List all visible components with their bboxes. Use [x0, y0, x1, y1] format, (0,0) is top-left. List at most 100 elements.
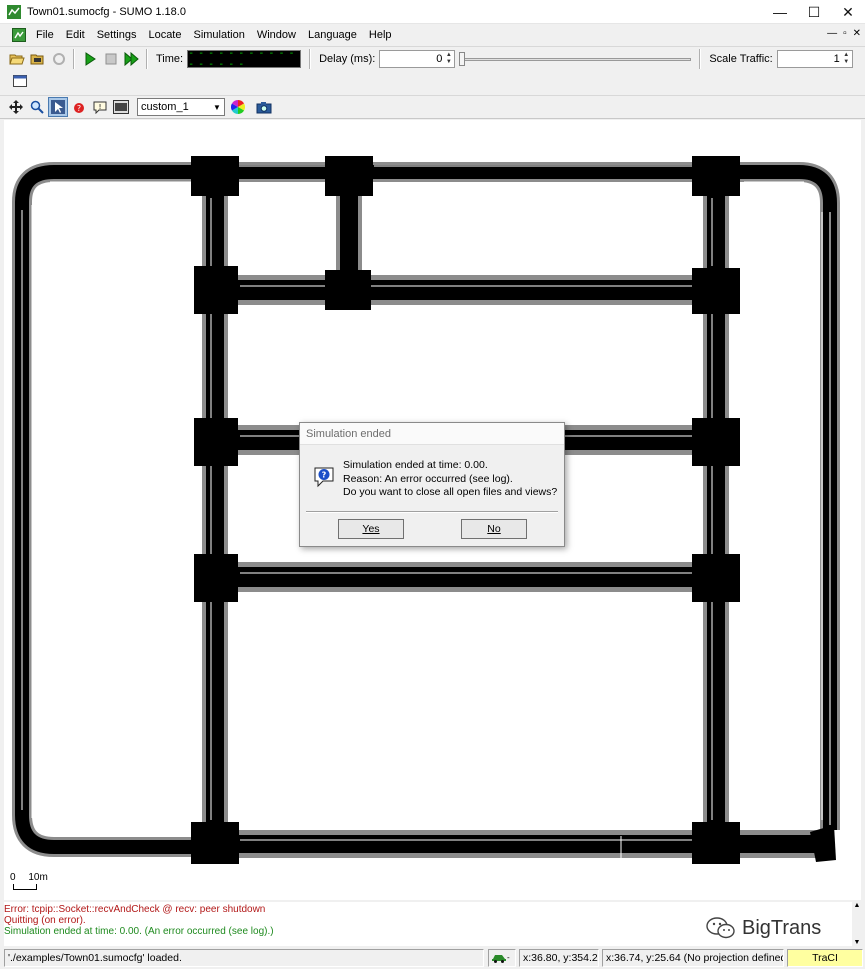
svg-text:?: ?: [77, 104, 81, 113]
scale-label: 10m: [28, 872, 48, 883]
time-display: - - - - - - - - - - - - - - - - -: [187, 49, 302, 68]
cursor-icon: [51, 100, 65, 114]
mdi-restore-button[interactable]: ▫: [843, 28, 847, 39]
dialog-message-line: Do you want to close all open files and …: [343, 486, 558, 498]
delay-label: Delay (ms):: [319, 52, 376, 65]
delay-slider[interactable]: [459, 50, 692, 68]
watermark: BigTrans: [706, 916, 821, 940]
dialog-separator: [306, 511, 558, 513]
secondary-toolbar: [0, 70, 865, 92]
recenter-view-button[interactable]: [6, 97, 26, 117]
step-button[interactable]: [122, 49, 142, 69]
log-line: Error: tcpip::Socket::recvAndCheck @ rec…: [4, 904, 266, 915]
dialog-title: Simulation ended: [300, 423, 564, 445]
folder-network-icon: [30, 54, 44, 64]
scale-bar: 0 10m: [10, 872, 48, 890]
close-button[interactable]: ✕: [831, 0, 865, 24]
time-label: Time:: [156, 52, 184, 65]
scale-traffic-value: 1: [833, 52, 840, 65]
tooltip-icon: !: [93, 101, 107, 114]
edit-colors-button[interactable]: [228, 97, 248, 117]
dialog-message-line: Simulation ended at time: 0.00.: [343, 459, 488, 471]
sumo-app-icon: [7, 4, 21, 19]
traci-indicator: TraCI: [787, 948, 863, 967]
menu-edit[interactable]: Edit: [60, 29, 91, 41]
scale-zero: 0: [10, 872, 16, 883]
color-wheel-icon: [231, 100, 245, 114]
open-view-button[interactable]: [10, 71, 30, 91]
geo-coordinates: x:36.74, y:25.64 (No projection defined): [602, 948, 784, 967]
cursor-coordinates: x:36.80, y:354.25: [519, 948, 599, 967]
camera-icon: [256, 101, 272, 113]
slider-thumb[interactable]: [459, 51, 466, 66]
spin-up-icon[interactable]: ▲: [842, 52, 851, 59]
delay-value: 0: [436, 52, 443, 65]
menu-settings[interactable]: Settings: [91, 29, 143, 41]
step-forward-icon: [124, 51, 139, 66]
delay-input[interactable]: 0 ▲ ▼: [379, 49, 456, 68]
no-button[interactable]: No: [461, 519, 527, 539]
svg-text:!: !: [99, 103, 102, 111]
status-bar: './examples/Town01.sumocfg' loaded. - x:…: [0, 946, 865, 969]
scale-traffic-label: Scale Traffic:: [709, 52, 773, 65]
toolbar-separator: [146, 48, 148, 69]
yes-button[interactable]: Yes: [338, 519, 404, 539]
dialog-message-line: Reason: An error occurred (see log).: [343, 472, 513, 485]
menu-simulation[interactable]: Simulation: [187, 29, 250, 41]
menu-help[interactable]: Help: [363, 29, 398, 41]
menu-language[interactable]: Language: [302, 29, 363, 41]
status-message: './examples/Town01.sumocfg' loaded.: [4, 948, 484, 967]
mdi-close-button[interactable]: ✕: [853, 28, 861, 39]
reload-icon: [53, 52, 65, 65]
play-icon: [85, 51, 96, 66]
spin-up-icon[interactable]: ▲: [444, 52, 453, 59]
magnifier-icon: [30, 100, 44, 114]
window-icon: [13, 75, 27, 87]
vehicle-status: -: [488, 948, 516, 967]
vehicle-question-icon: ?: [74, 103, 84, 113]
reload-button[interactable]: [49, 49, 69, 69]
car-icon: [492, 954, 506, 963]
screenshot-button[interactable]: [254, 97, 274, 117]
move-arrows-icon: [9, 100, 23, 114]
menu-window[interactable]: Window: [251, 29, 302, 41]
dialog-message: Simulation ended at time: 0.00. Reason: …: [343, 459, 557, 500]
folder-open-icon: [9, 54, 25, 64]
menu-locate[interactable]: Locate: [142, 29, 187, 41]
stop-button[interactable]: [101, 49, 121, 69]
log-scrollbar[interactable]: ▲ ▼: [852, 902, 862, 946]
scale-traffic-input[interactable]: 1 ▲ ▼: [776, 49, 853, 68]
watermark-text: BigTrans: [742, 916, 822, 939]
window-title: Town01.sumocfg - SUMO 1.18.0: [27, 5, 186, 18]
mdi-minimize-button[interactable]: —: [827, 28, 837, 39]
color-scheme-value: custom_1: [141, 101, 189, 113]
stop-icon: [105, 53, 117, 64]
toolbar-separator: [309, 48, 312, 69]
open-simulation-button[interactable]: [7, 49, 27, 69]
locate-vehicle-button[interactable]: ?: [69, 97, 89, 117]
scroll-up-icon[interactable]: ▲: [854, 902, 861, 909]
minimize-button[interactable]: —: [763, 0, 797, 24]
spin-down-icon[interactable]: ▼: [444, 59, 453, 66]
toolbar-separator: [73, 48, 75, 69]
run-button[interactable]: [80, 49, 100, 69]
scroll-down-icon[interactable]: ▼: [854, 939, 861, 946]
open-network-button[interactable]: [28, 49, 48, 69]
show-tooltips-button[interactable]: !: [90, 97, 110, 117]
chevron-down-icon[interactable]: ▼: [210, 99, 224, 115]
maximize-button[interactable]: ☐: [797, 0, 831, 24]
document-icon[interactable]: [12, 28, 26, 42]
toolbar-separator: [699, 48, 702, 69]
main-toolbar: Time: - - - - - - - - - - - - - - - - - …: [0, 46, 865, 70]
title-bar: Town01.sumocfg - SUMO 1.18.0 — ☐ ✕: [0, 0, 865, 24]
color-scheme-select[interactable]: custom_1 ▼: [137, 98, 225, 116]
slider-track: [463, 57, 692, 61]
view-toolbar: ? ! custom_1 ▼: [0, 95, 865, 119]
edit-visualization-button[interactable]: [111, 97, 131, 117]
simulation-ended-dialog: Simulation ended ? Simulation ended at t…: [299, 422, 565, 547]
spin-down-icon[interactable]: ▼: [842, 59, 851, 66]
menu-file[interactable]: File: [30, 29, 60, 41]
locate-junction-button[interactable]: [48, 97, 68, 117]
zoom-button[interactable]: [27, 97, 47, 117]
svg-text:?: ?: [322, 471, 327, 480]
